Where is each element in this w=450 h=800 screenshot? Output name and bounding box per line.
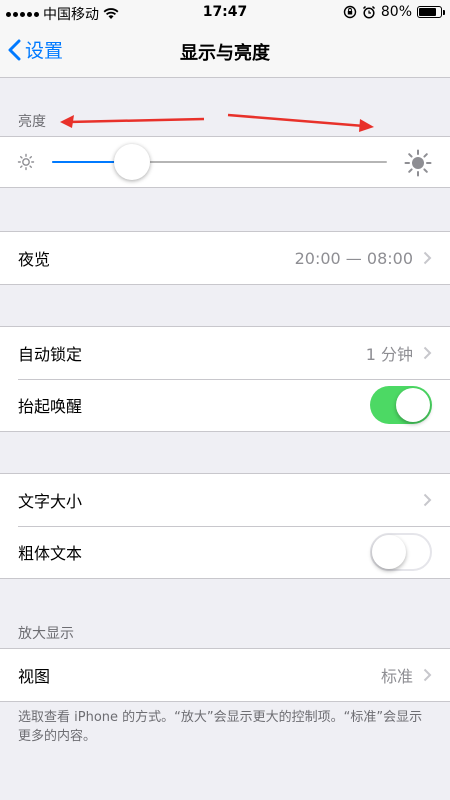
chevron-right-icon	[423, 251, 432, 265]
annotation-arrow-left	[60, 115, 205, 128]
night-shift-group: 夜览 20:00 — 08:00	[0, 231, 450, 285]
text-size-row[interactable]: 文字大小	[0, 474, 450, 526]
raise-to-wake-toggle[interactable]	[370, 386, 432, 424]
brightness-high-icon	[404, 149, 432, 177]
navigation-bar: 设置 显示与亮度	[0, 26, 450, 78]
auto-lock-row[interactable]: 自动锁定 1 分钟	[0, 327, 450, 379]
battery-icon	[417, 6, 445, 18]
brightness-row	[0, 137, 450, 187]
brightness-slider[interactable]	[52, 144, 387, 180]
zoom-footer-note: 选取查看 iPhone 的方式。“放大”会显示更大的控制项。“标准”会显示更多的…	[18, 710, 423, 744]
zoom-view-label: 视图	[18, 667, 51, 686]
brightness-group	[0, 136, 450, 188]
raise-to-wake-label: 抬起唤醒	[18, 397, 83, 416]
night-shift-label: 夜览	[18, 250, 51, 269]
page-title: 显示与亮度	[180, 43, 270, 64]
orientation-lock-icon	[343, 5, 357, 19]
status-bar: 中国移动 17:47 80%	[0, 0, 450, 26]
section-header-zoom: 放大显示	[18, 626, 74, 642]
brightness-low-icon	[17, 153, 35, 171]
bold-text-row: 粗体文本	[0, 526, 450, 578]
auto-lock-label: 自动锁定	[18, 345, 83, 364]
lock-group: 自动锁定 1 分钟 抬起唤醒	[0, 326, 450, 432]
auto-lock-value: 1 分钟	[365, 345, 413, 364]
status-right: 80%	[343, 4, 445, 20]
bold-text-label: 粗体文本	[18, 544, 83, 563]
chevron-right-icon	[423, 668, 432, 682]
section-header-brightness: 亮度	[18, 114, 46, 130]
battery-percent: 80%	[380, 4, 412, 20]
chevron-right-icon	[423, 493, 432, 507]
alarm-icon	[362, 5, 375, 19]
bold-text-toggle[interactable]	[370, 533, 432, 571]
night-shift-row[interactable]: 夜览 20:00 — 08:00	[0, 232, 450, 284]
annotation-arrow-right	[227, 113, 374, 132]
zoom-view-row[interactable]: 视图 标准	[0, 649, 450, 701]
text-group: 文字大小 粗体文本	[0, 473, 450, 579]
text-size-label: 文字大小	[18, 492, 83, 511]
night-shift-value: 20:00 — 08:00	[294, 248, 413, 268]
zoom-view-value: 标准	[380, 667, 413, 686]
zoom-group: 视图 标准	[0, 648, 450, 702]
brightness-slider-thumb[interactable]	[114, 144, 151, 180]
chevron-right-icon	[423, 346, 432, 360]
toggle-knob	[396, 388, 430, 422]
raise-to-wake-row: 抬起唤醒	[0, 379, 450, 431]
toggle-knob	[372, 535, 406, 569]
